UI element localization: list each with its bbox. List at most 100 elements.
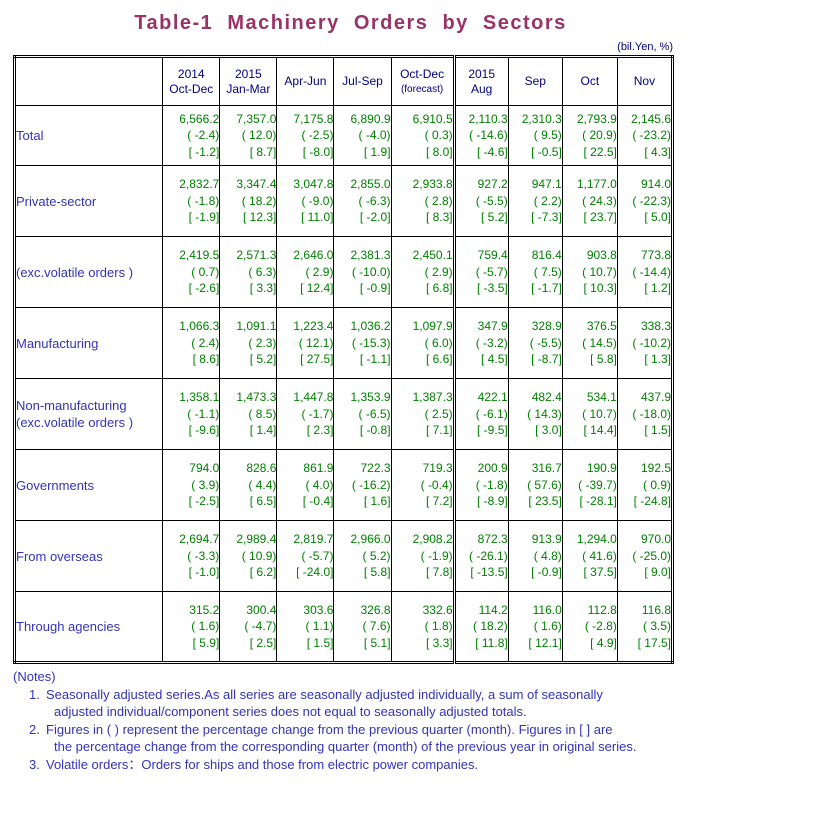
cell-qoq-change: ( 10.9)	[241, 548, 277, 563]
note-item: 1. Seasonally adjusted series.As all seri…	[29, 686, 821, 721]
data-cell: 722.3( -16.2) [ 1.6]	[333, 449, 392, 521]
cell-value: 6,566.2	[179, 111, 220, 126]
cell-value: 116.0	[532, 602, 562, 617]
data-cell: 112.8 ( -2.8)[ 4.9]	[561, 591, 618, 663]
row-label-cell: Non-manufacturing (exc.volatile orders )	[13, 378, 164, 450]
cell-qoq-change: ( -16.2)	[351, 477, 391, 492]
data-cell: 437.9( -18.0) [ 1.5]	[616, 378, 674, 450]
data-cell: 828.6( 4.4) [ 6.5]	[219, 449, 278, 521]
header-note-4: (forecast)	[400, 83, 444, 95]
cell-qoq-change: ( 14.3)	[527, 406, 562, 421]
row-label-secondary: (exc.volatile orders )	[16, 415, 134, 430]
cell-value: 861.9	[303, 461, 334, 476]
row-label: Through agencies	[16, 619, 121, 634]
cell-qoq-change: ( 1.8)	[424, 619, 453, 634]
cell-yoy-change: [ 1.5]	[644, 423, 671, 438]
cell-yoy-change: [ 22.5]	[583, 144, 617, 159]
data-cell: 422.1( -6.1) [ -9.5]	[452, 378, 509, 450]
data-cell: 190.9( -39.7) [ -28.1]	[561, 449, 618, 521]
cell-yoy-change: [ -0.8]	[359, 423, 391, 438]
cell-qoq-change: ( 0.3)	[424, 128, 453, 143]
cell-yoy-change: [ 23.5]	[528, 494, 562, 509]
data-cell: 1,036.2( -15.3) [ -1.1]	[333, 307, 392, 379]
cell-value: 376.5	[586, 319, 617, 334]
data-cell: 927.2( -5.5) [ 5.2]	[452, 165, 509, 237]
header-col-6: Sep	[507, 56, 563, 106]
cell-value: 7,357.0	[236, 111, 277, 126]
cell-yoy-change: [ 3.0]	[535, 423, 562, 438]
cell-yoy-change: [ 10.3]	[583, 281, 617, 296]
cell-yoy-change: [ 7.2]	[425, 494, 453, 509]
row-label-cell: Governments	[13, 449, 164, 521]
cell-yoy-change: [ 6.8]	[425, 281, 453, 296]
data-cell: 2,819.7( -5.7) [ -24.0]	[276, 520, 335, 592]
cell-value: 759.4	[477, 248, 508, 263]
cell-value: 2,793.9	[576, 111, 617, 126]
cell-qoq-change: ( 3.9)	[191, 477, 220, 492]
data-cell: 2,966.0( 5.2) [ 5.8]	[333, 520, 392, 592]
cell-value: 192.5	[640, 461, 671, 476]
cell-value: 7,175.8	[293, 111, 334, 126]
cell-value: 2,571.3	[236, 248, 277, 263]
cell-yoy-change: [ 8.6]	[192, 352, 220, 367]
cell-yoy-change: [ 1.2]	[644, 281, 671, 296]
cell-qoq-change: ( -15.3)	[351, 335, 391, 350]
cell-qoq-change: ( -5.5)	[529, 335, 562, 350]
cell-value: 2,145.6	[630, 111, 671, 126]
cell-value: 927.2	[477, 177, 508, 192]
header-col-2: Apr-Jun	[276, 56, 335, 106]
note-line-2: adjusted individual/component series doe…	[54, 704, 527, 719]
cell-value: 1,177.0	[576, 177, 617, 192]
row-label-cell: From overseas	[13, 520, 164, 592]
cell-qoq-change: ( -2.8)	[584, 619, 617, 634]
data-cell: 1,294.0( 41.6) [ 37.5]	[561, 520, 618, 592]
data-cell: 114.2 ( 18.2)[ 11.8]	[452, 591, 509, 663]
data-cell: 794.0( 3.9) [ -2.5]	[162, 449, 221, 521]
header-period-6: Sep	[524, 74, 546, 88]
data-cell: 2,832.7( -1.8) [ -1.9]	[162, 165, 221, 237]
data-cell: 332.6 ( 1.8)[ 3.3]	[390, 591, 455, 663]
cell-value: 6,910.5	[412, 111, 453, 126]
data-cell: 6,890.9 ( -4.0)[ 1.9]	[333, 105, 392, 166]
data-cell: 315.2 ( 1.6)[ 5.9]	[162, 591, 221, 663]
cell-yoy-change: [ 3.3]	[425, 635, 453, 650]
data-cell: 2,989.4( 10.9) [ 6.2]	[219, 520, 278, 592]
cell-value: 1,353.9	[350, 390, 391, 405]
cell-qoq-change: ( -4.7)	[244, 619, 277, 634]
row-label: Manufacturing	[16, 335, 99, 351]
cell-value: 534.1	[586, 390, 617, 405]
cell-qoq-change: ( -2.5)	[301, 128, 334, 143]
cell-value: 1,091.1	[236, 319, 277, 334]
data-cell: 2,310.3 ( 9.5)[ -0.5]	[507, 105, 563, 166]
cell-value: 816.4	[531, 248, 562, 263]
cell-yoy-change: [ -1.7]	[531, 281, 562, 296]
data-cell: 7,175.8 ( -2.5)[ -8.0]	[276, 105, 335, 166]
page-root: Table-1 Machinery Orders by Sectors (bil…	[0, 0, 821, 822]
cell-qoq-change: ( 10.7)	[582, 264, 617, 279]
cell-qoq-change: ( 1.1)	[305, 619, 334, 634]
cell-yoy-change: [ 8.0]	[425, 144, 453, 159]
note-number: 3.	[29, 756, 40, 772]
cell-value: 947.1	[531, 177, 562, 192]
cell-value: 316.7	[531, 461, 562, 476]
cell-yoy-change: [ 8.3]	[425, 210, 453, 225]
cell-yoy-change: [ -24.8]	[633, 494, 671, 509]
cell-value: 1,387.3	[412, 390, 453, 405]
cell-qoq-change: ( -5.7)	[301, 548, 334, 563]
data-cell: 1,091.1( 2.3) [ 5.2]	[219, 307, 278, 379]
cell-qoq-change: ( -2.4)	[187, 128, 220, 143]
cell-value: 1,447.8	[293, 390, 334, 405]
table-row: Total 6,566.2 ( -2.4)[ -1.2] 7,357.0 ( 12.0)…	[13, 105, 674, 166]
cell-qoq-change: ( 20.9)	[582, 128, 617, 143]
data-cell: 2,855.0( -6.3) [ -2.0]	[333, 165, 392, 237]
cell-yoy-change: [ 4.5]	[481, 352, 508, 367]
cell-yoy-change: [ 2.3]	[306, 423, 334, 438]
data-cell: 3,347.4( 18.2) [ 12.3]	[219, 165, 278, 237]
cell-value: 112.8	[587, 602, 617, 617]
cell-yoy-change: [ 7.8]	[425, 565, 453, 580]
cell-value: 1,036.2	[350, 319, 391, 334]
header-year-0: 2014	[177, 66, 205, 81]
data-cell: 116.8 ( 3.5)[ 17.5]	[616, 591, 674, 663]
table-row: (exc.volatile orders ) 2,419.5( 0.7) [ -2.…	[13, 236, 674, 308]
header-year-5: 2015	[468, 66, 496, 81]
